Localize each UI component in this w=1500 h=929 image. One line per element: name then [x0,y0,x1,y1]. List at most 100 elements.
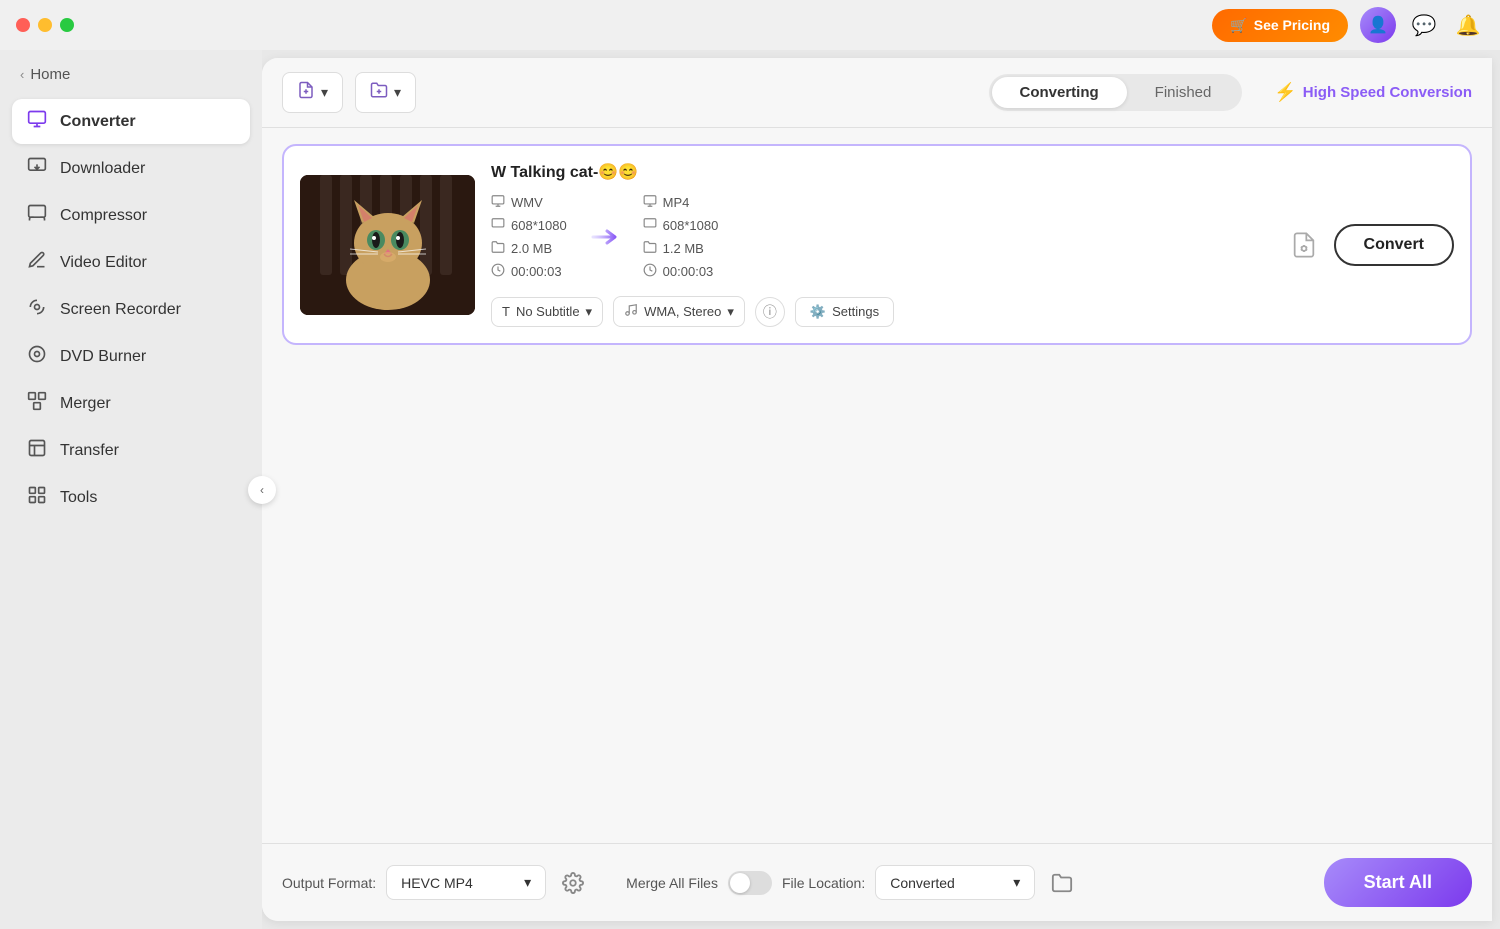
target-format: MP4 [643,194,719,211]
add-folder-icon [370,81,388,104]
bottom-bar: Output Format: HEVC MP4 ▾ Merge All File… [262,843,1492,921]
settings-icon: ⚙️ [810,304,826,320]
target-resolution: 608*1080 [643,217,719,234]
converter-icon [26,109,48,134]
subtitle-select[interactable]: T No Subtitle ▾ [491,297,603,327]
sidebar-label-merger: Merger [60,395,111,413]
high-speed-label: High Speed Conversion [1303,84,1472,101]
file-card: W Talking cat-😊😊 WMV [282,144,1472,345]
see-pricing-button[interactable]: 🛒 See Pricing [1212,9,1348,42]
file-location-field: File Location: Converted ▾ [782,865,1079,900]
merger-icon [26,391,48,416]
tab-finished[interactable]: Finished [1127,77,1240,108]
target-format-value: MP4 [663,195,690,210]
subtitle-text-icon: T [502,304,510,319]
video-editor-icon [26,250,48,275]
tools-icon [26,485,48,510]
audio-select[interactable]: WMA, Stereo ▾ [613,296,745,327]
lightning-icon: ⚡ [1274,82,1296,103]
avatar[interactable]: 👤 [1360,7,1396,43]
output-format-select[interactable]: HEVC MP4 ▾ [386,865,546,900]
source-meta: WMV 608*1080 [491,194,567,280]
source-resolution-value: 608*1080 [511,218,567,233]
sidebar-item-dvd-burner[interactable]: DVD Burner [12,334,250,379]
folder-icon [491,240,505,257]
source-format: WMV [491,194,567,211]
tab-group: Converting Finished [989,74,1243,111]
main-layout: ‹ Home Converter Downloader [0,50,1500,929]
toolbar: ▾ ▾ Converting Finished ⚡ High Speed Con… [262,58,1492,128]
sidebar-item-merger[interactable]: Merger [12,381,250,426]
target-duration: 00:00:03 [643,263,719,280]
info-button[interactable]: ⓘ [755,297,785,327]
cart-icon: 🛒 [1230,17,1247,34]
sidebar-item-downloader[interactable]: Downloader [12,146,250,191]
traffic-lights [16,18,74,32]
target-size: 1.2 MB [643,240,719,257]
sidebar-item-converter[interactable]: Converter [12,99,250,144]
sidebar-item-transfer[interactable]: Transfer [12,428,250,473]
file-info: W Talking cat-😊😊 WMV [491,162,1270,327]
settings-button[interactable]: ⚙️ Settings [795,297,894,327]
avatar-icon: 👤 [1368,15,1388,35]
sidebar: ‹ Home Converter Downloader [0,50,262,929]
file-location-select[interactable]: Converted ▾ [875,865,1035,900]
start-all-button[interactable]: Start All [1324,858,1472,907]
merge-group: Merge All Files [626,871,772,895]
close-button[interactable] [16,18,30,32]
target-folder-icon [643,240,657,257]
target-video-icon [643,194,657,211]
open-folder-button[interactable] [1045,866,1079,900]
add-file-icon [297,81,315,104]
output-format-chevron: ▾ [524,874,531,891]
add-file-button[interactable]: ▾ [282,72,343,113]
controls-row: T No Subtitle ▾ WMA, Stereo ▾ [491,296,1270,327]
chat-icon[interactable]: 💬 [1408,9,1440,41]
content-area: W Talking cat-😊😊 WMV [262,128,1492,843]
source-size-value: 2.0 MB [511,241,552,256]
source-size: 2.0 MB [491,240,567,257]
subtitle-value: No Subtitle [516,304,580,319]
add-folder-button[interactable]: ▾ [355,72,416,113]
source-format-value: WMV [511,195,543,210]
dvd-burner-icon [26,344,48,369]
sidebar-item-screen-recorder[interactable]: Screen Recorder [12,287,250,332]
tab-converting[interactable]: Converting [992,77,1127,108]
sidebar-item-video-editor[interactable]: Video Editor [12,240,250,285]
settings-label: Settings [832,304,879,319]
target-size-value: 1.2 MB [663,241,704,256]
arrow-icon [587,219,623,255]
sidebar-item-compressor[interactable]: Compressor [12,193,250,238]
cat-image [300,175,475,315]
add-file-chevron: ▾ [321,84,328,101]
collapse-sidebar-button[interactable]: ‹ [248,476,276,504]
target-duration-value: 00:00:03 [663,264,714,279]
output-settings-icon[interactable] [556,866,590,900]
target-clock-icon [643,263,657,280]
source-resolution: 608*1080 [491,217,567,234]
title-bar-right: 🛒 See Pricing 👤 💬 🔔 [1212,7,1484,43]
file-actions: Convert [1286,224,1454,266]
transfer-icon [26,438,48,463]
sidebar-label-screen-recorder: Screen Recorder [60,301,181,319]
sidebar-label-converter: Converter [60,113,136,131]
file-title: W Talking cat-😊😊 [491,162,1270,182]
file-settings-icon[interactable] [1286,227,1322,263]
source-duration-value: 00:00:03 [511,264,562,279]
notification-icon[interactable]: 🔔 [1452,9,1484,41]
minimize-button[interactable] [38,18,52,32]
convert-button[interactable]: Convert [1334,224,1454,266]
file-thumbnail [300,175,475,315]
main-content: ▾ ▾ Converting Finished ⚡ High Speed Con… [262,58,1492,921]
sidebar-item-tools[interactable]: Tools [12,475,250,520]
file-location-label: File Location: [782,875,865,891]
home-link[interactable]: ‹ Home [12,62,250,87]
file-meta-row: WMV 608*1080 [491,194,1270,280]
audio-value: WMA, Stereo [644,304,721,319]
merge-toggle[interactable] [728,871,772,895]
high-speed-button[interactable]: ⚡ High Speed Conversion [1274,82,1472,103]
sidebar-label-tools: Tools [60,489,97,507]
target-meta: MP4 608*1080 [643,194,719,280]
maximize-button[interactable] [60,18,74,32]
sidebar-label-video-editor: Video Editor [60,254,147,272]
